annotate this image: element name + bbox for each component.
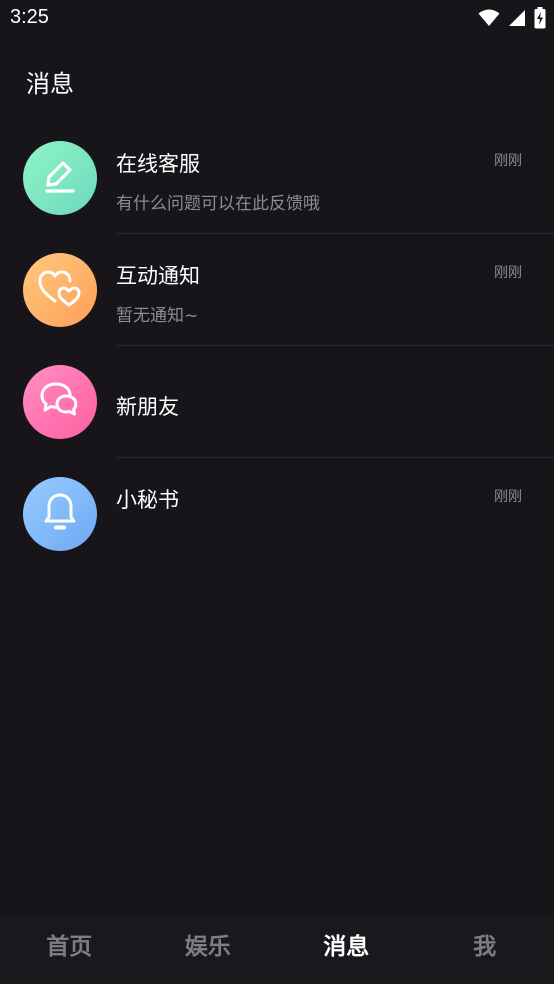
avatar [23, 253, 97, 327]
nav-item-me[interactable]: 我 [416, 914, 554, 984]
message-list: 在线客服 有什么问题可以在此反馈哦 刚刚 互动通知 暂无通知~ 刚刚 新朋友 小… [0, 122, 554, 570]
message-subtitle: 有什么问题可以在此反馈哦 [116, 194, 320, 214]
nav-item-messages[interactable]: 消息 [277, 914, 416, 984]
chat-bubbles-icon [39, 380, 81, 424]
status-icons [478, 7, 546, 33]
bottom-nav: 首页 娱乐 消息 我 [0, 914, 554, 984]
message-time: 刚刚 [494, 153, 522, 169]
message-title: 小秘书 [116, 488, 179, 512]
hearts-icon [38, 268, 82, 312]
messages-screen: 3:25 消息 在线客服 有什么问题可以在此反馈哦 刚刚 互动通知 暂无通知~ … [0, 0, 554, 984]
page-title: 消息 [26, 70, 74, 98]
status-time: 3:25 [10, 6, 49, 28]
list-item-interaction-notice[interactable]: 互动通知 暂无通知~ 刚刚 [0, 234, 554, 346]
list-item-online-service[interactable]: 在线客服 有什么问题可以在此反馈哦 刚刚 [0, 122, 554, 234]
pencil-icon [40, 156, 80, 200]
bell-icon [40, 491, 80, 537]
signal-icon [508, 9, 526, 31]
battery-icon [534, 7, 546, 33]
avatar [23, 365, 97, 439]
list-item-new-friends[interactable]: 新朋友 [0, 346, 554, 458]
message-subtitle: 暂无通知~ [116, 306, 199, 326]
message-time: 刚刚 [494, 265, 522, 281]
message-title: 新朋友 [116, 395, 179, 419]
nav-item-home[interactable]: 首页 [0, 914, 139, 984]
message-title: 互动通知 [116, 264, 200, 288]
status-bar: 3:25 [0, 0, 554, 38]
avatar [23, 477, 97, 551]
message-time: 刚刚 [494, 489, 522, 505]
avatar [23, 141, 97, 215]
message-title: 在线客服 [116, 152, 200, 176]
wifi-icon [478, 9, 500, 31]
list-item-assistant[interactable]: 小秘书 刚刚 [0, 458, 554, 570]
nav-item-entertainment[interactable]: 娱乐 [139, 914, 278, 984]
